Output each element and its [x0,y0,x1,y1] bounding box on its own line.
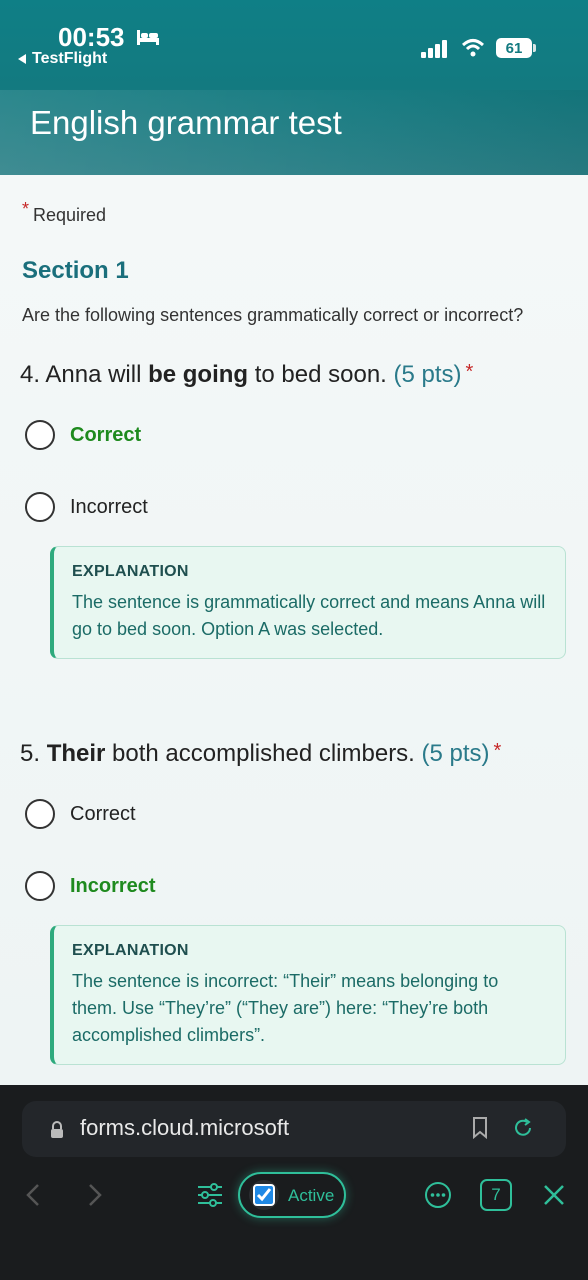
question-points: (5 pts) [393,361,462,388]
q5-option-incorrect[interactable]: Incorrect [25,871,156,901]
question-text-before: Anna will [45,361,142,388]
question-4: 4. Anna will be going to bed soon. (5 pt… [20,361,473,389]
explanation-heading: EXPLANATION [72,563,189,580]
q5-option-correct[interactable]: Correct [25,799,136,829]
q5-explanation: EXPLANATION The sentence is incorrect: “… [50,925,566,1065]
close-icon[interactable] [542,1183,566,1207]
status-time: 00:53 [58,22,125,52]
question-text-bold: Their [46,740,106,767]
back-arrow-icon [18,54,26,64]
option-label: Correct [70,802,136,825]
page-title: English grammar test [30,104,342,141]
option-label: Incorrect [70,495,148,518]
q4-option-incorrect[interactable]: Incorrect [25,492,148,522]
url-text[interactable]: forms.cloud.microsoft [80,1115,289,1141]
bookmark-icon[interactable] [472,1117,488,1139]
browser-toolbar: forms.cloud.microsoft Active 7 [0,1085,588,1280]
radio-button[interactable] [25,420,55,450]
question-number: 4. [20,361,41,388]
radio-button[interactable] [25,871,55,901]
explanation-text: The sentence is grammatically correct an… [72,592,546,639]
explanation-text: The sentence is incorrect: “Their” means… [72,971,499,1045]
radio-button[interactable] [25,492,55,522]
q4-explanation: EXPLANATION The sentence is grammaticall… [50,546,566,659]
explanation-heading: EXPLANATION [72,942,189,959]
section-instruction: Are the following sentences grammaticall… [22,305,524,325]
required-note: * Required [22,199,107,226]
question-points: (5 pts) [421,740,490,767]
address-bar[interactable]: forms.cloud.microsoft [22,1101,566,1157]
back-icon[interactable] [22,1181,46,1209]
wifi-icon [462,39,484,57]
form-content: * Required Section 1 Are the following se… [0,175,588,1085]
active-label: Active [288,1186,335,1205]
question-5: 5. Their both accomplished climbers. (5 … [20,740,501,768]
option-label: Correct [70,423,142,446]
question-text-bold: be going [148,361,249,388]
back-app-label: TestFlight [32,50,108,67]
section-title: Section 1 [22,257,129,284]
forward-icon[interactable] [82,1181,106,1209]
question-required-star: * [465,361,474,383]
active-extension-button[interactable]: Active [238,1172,346,1218]
required-star: * [22,199,30,219]
tabs-button[interactable]: 7 [480,1179,512,1211]
settings-sliders-icon[interactable] [196,1181,224,1209]
question-text-after: to bed soon. [254,361,387,388]
checkbox-checked-icon [249,1180,279,1210]
required-label: Required [33,205,107,225]
reload-icon[interactable] [512,1117,534,1139]
radio-button[interactable] [25,799,55,829]
question-number: 5. [20,740,41,767]
question-required-star: * [493,740,502,762]
cellular-signal-icon [421,40,447,58]
app-header: 00:53 TestFlight 61 English grammar test [0,0,588,175]
lock-icon [51,1121,63,1138]
sleep-focus-icon [137,30,159,45]
more-options-icon[interactable] [424,1181,452,1209]
back-to-app-link[interactable]: TestFlight [18,50,107,68]
q4-option-correct[interactable]: Correct [25,420,141,450]
question-text-after: both accomplished climbers. [112,740,415,767]
battery-indicator: 61 [496,38,536,58]
option-label: Incorrect [70,874,156,897]
